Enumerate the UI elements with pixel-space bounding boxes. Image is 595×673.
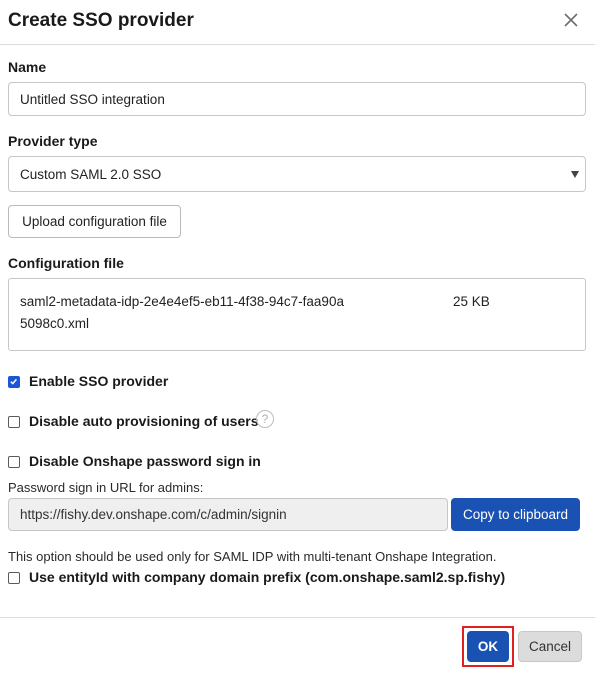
disable-auto-provisioning-label: Disable auto provisioning of users — [29, 413, 259, 429]
close-icon[interactable] — [561, 10, 581, 30]
config-filesize: 25 KB — [453, 294, 490, 309]
disable-password-signin-checkbox[interactable] — [8, 456, 20, 468]
ok-button[interactable]: OK — [467, 631, 509, 662]
provider-type-label: Provider type — [8, 133, 98, 149]
enable-sso-checkbox[interactable] — [8, 376, 20, 388]
password-url-field[interactable] — [8, 498, 448, 531]
dropdown-caret-icon — [571, 171, 579, 178]
provider-type-select[interactable]: Custom SAML 2.0 SSO — [8, 156, 586, 192]
dialog-title: Create SSO provider — [8, 10, 194, 31]
disable-auto-provisioning-checkbox[interactable] — [8, 416, 20, 428]
config-file-box: saml2-metadata-idp-2e4e4ef5-eb11-4f38-94… — [8, 278, 586, 351]
copy-to-clipboard-button[interactable]: Copy to clipboard — [451, 498, 580, 531]
provider-type-value: Custom SAML 2.0 SSO — [20, 167, 162, 182]
name-label: Name — [8, 59, 47, 75]
entity-id-label: Use entityId with company domain prefix … — [29, 569, 506, 585]
help-icon[interactable]: ? — [256, 410, 274, 428]
entity-id-checkbox[interactable] — [8, 572, 20, 584]
config-file-label: Configuration file — [8, 255, 124, 271]
saml-note: This option should be used only for SAML… — [8, 549, 497, 564]
create-sso-dialog: Create SSO provider Name Provider type C… — [0, 0, 595, 672]
name-input[interactable] — [8, 82, 586, 116]
cancel-button[interactable]: Cancel — [518, 631, 582, 662]
disable-password-signin-label: Disable Onshape password sign in — [29, 453, 261, 469]
upload-config-button[interactable]: Upload configuration file — [8, 205, 181, 238]
password-url-label: Password sign in URL for admins: — [8, 480, 204, 495]
enable-sso-label: Enable SSO provider — [29, 373, 169, 389]
config-filename: saml2-metadata-idp-2e4e4ef5-eb11-4f38-94… — [20, 294, 344, 331]
dialog-header: Create SSO provider — [0, 0, 595, 45]
